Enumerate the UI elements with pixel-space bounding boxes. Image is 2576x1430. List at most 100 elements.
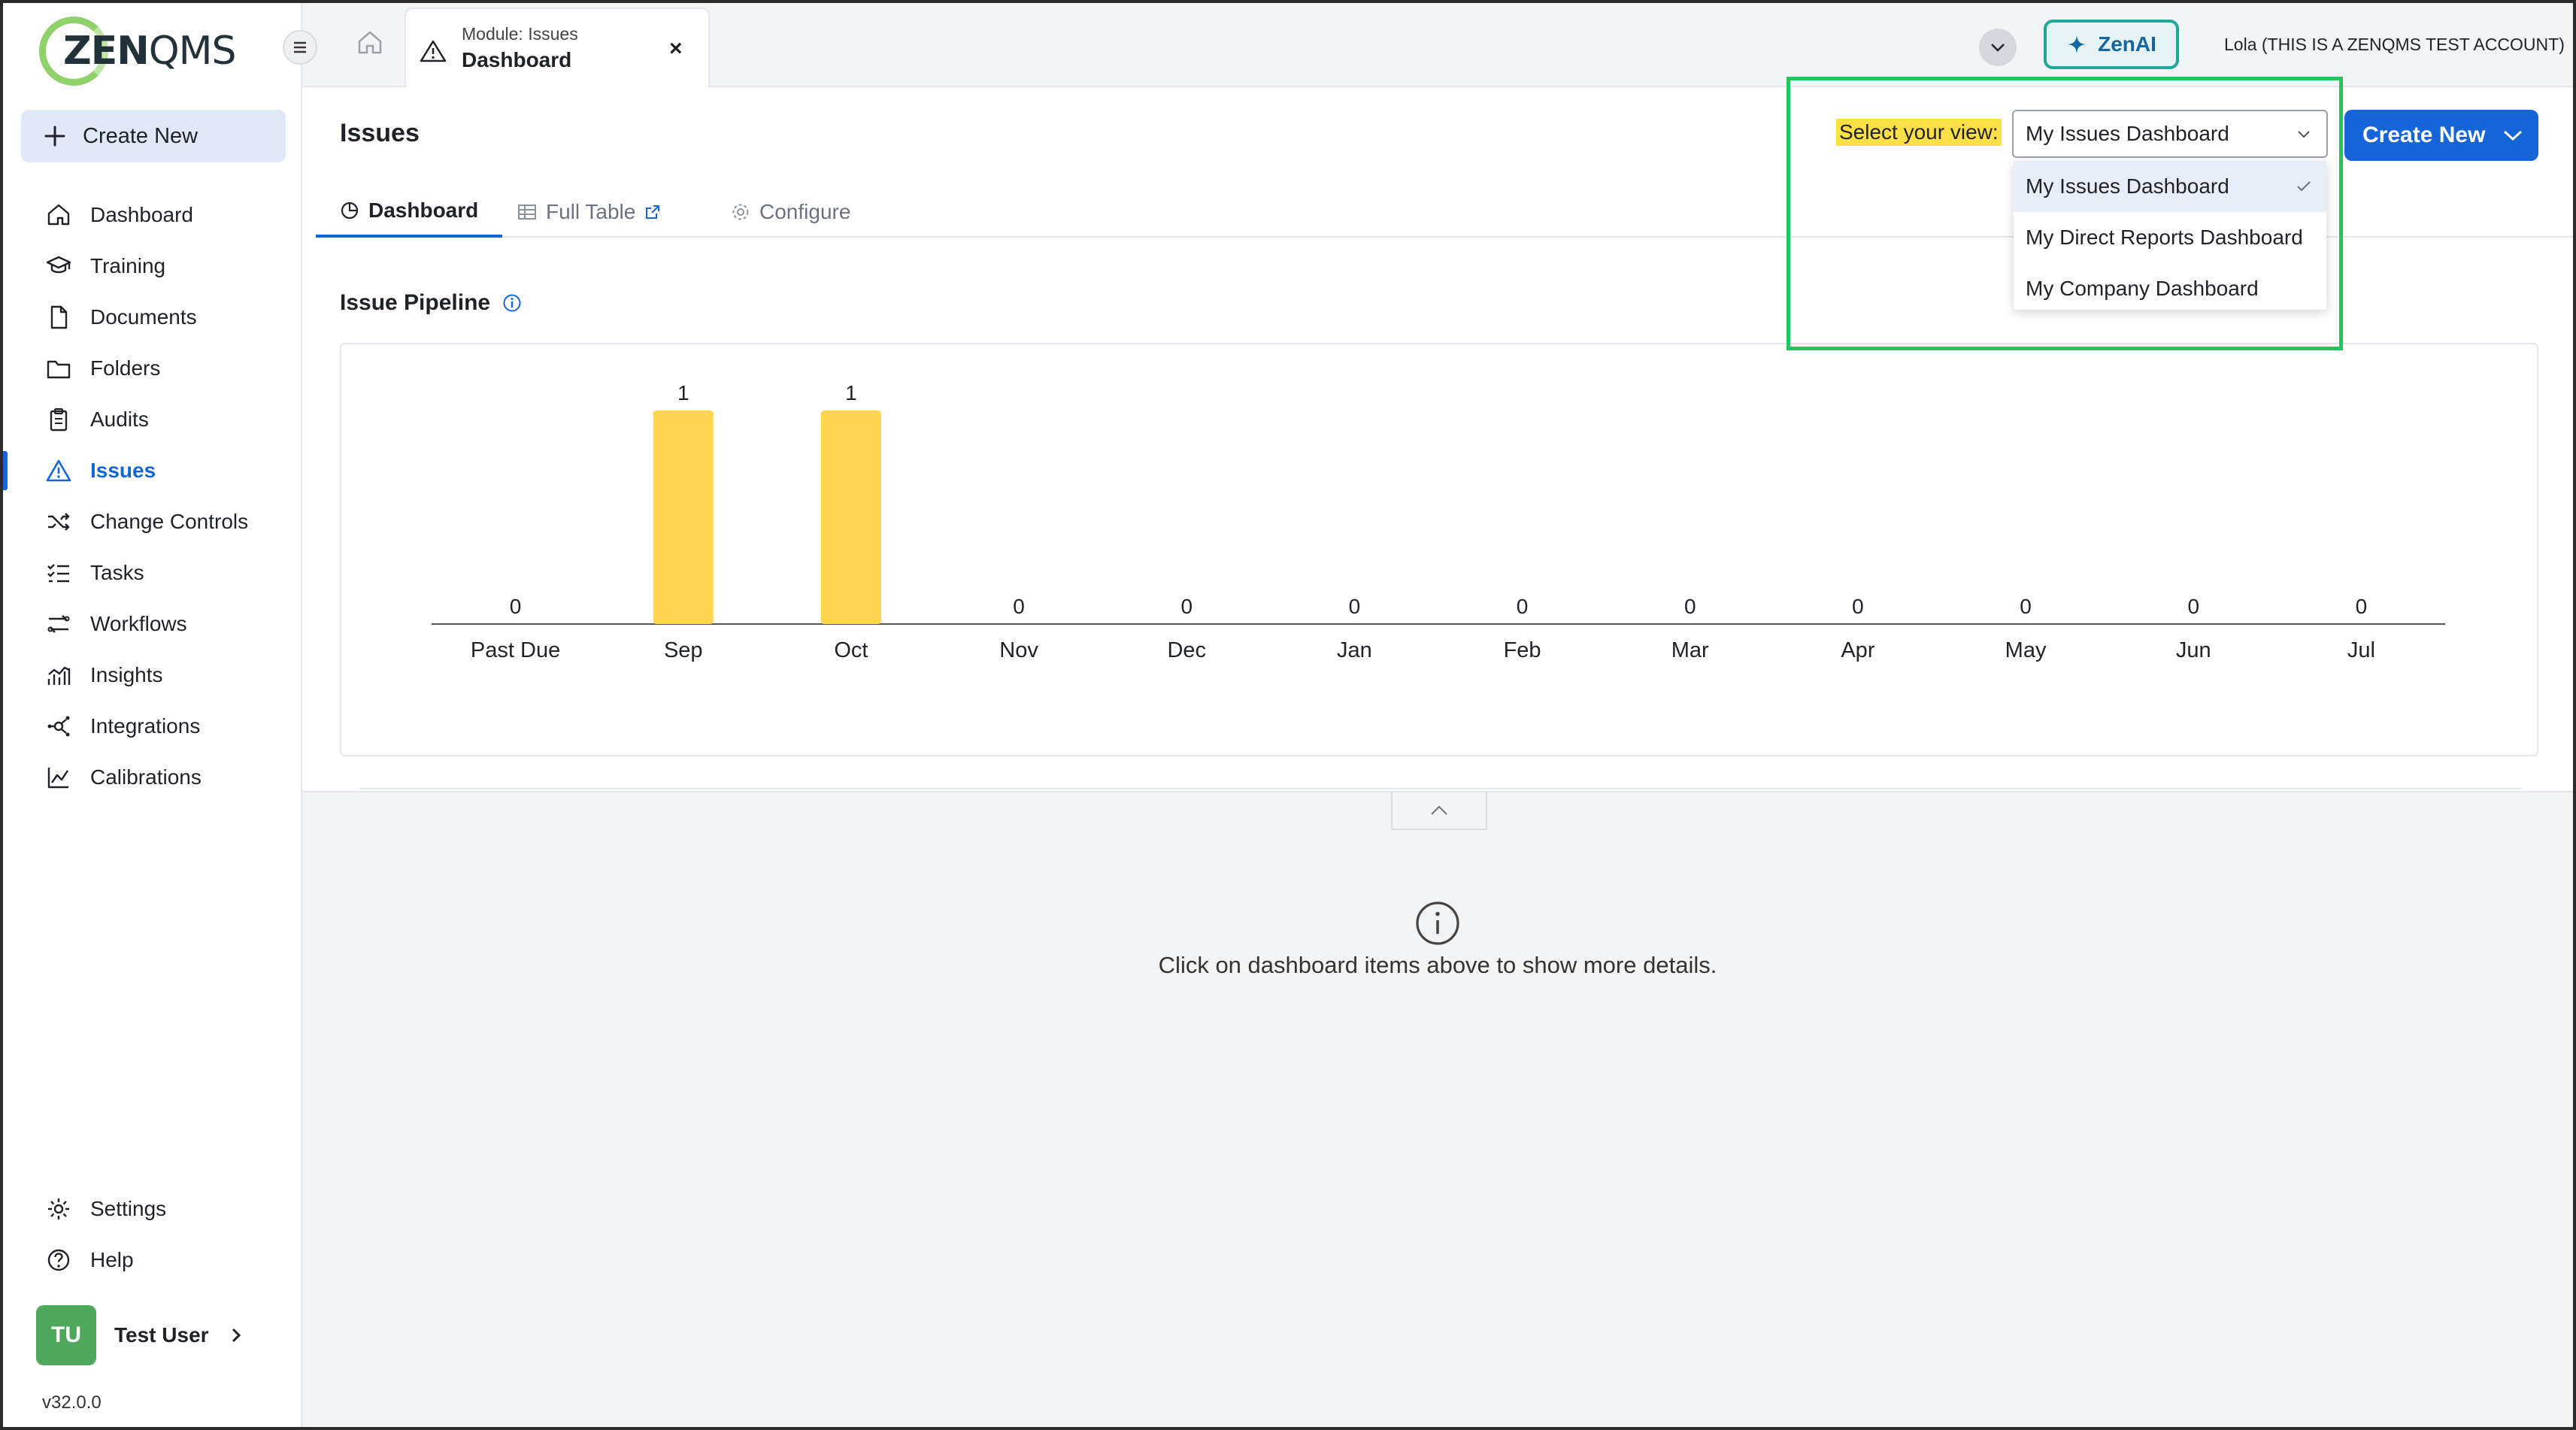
tab-configure-label: Configure xyxy=(759,200,851,223)
view-dropdown-menu: My Issues Dashboard My Direct Reports Das… xyxy=(2014,161,2326,310)
sidebar-item-calibrations[interactable]: Calibrations xyxy=(3,752,302,803)
workflow-icon xyxy=(45,610,72,638)
sidebar-item-settings[interactable]: Settings xyxy=(3,1183,302,1235)
x-tick-label: Jul xyxy=(2347,638,2375,662)
create-new-button[interactable]: Create New xyxy=(2344,110,2538,161)
bar-total-label: 0 xyxy=(2356,595,2368,618)
view-option-label: My Direct Reports Dashboard xyxy=(2026,226,2303,249)
tab-full-table[interactable]: Full Table xyxy=(493,186,685,238)
sidebar-item-label: Calibrations xyxy=(90,765,202,789)
table-icon xyxy=(518,205,536,220)
warning-icon xyxy=(420,40,447,62)
bar-at-risk[interactable] xyxy=(653,411,714,624)
avatar: TU xyxy=(36,1305,96,1365)
sidebar-item-label: Tasks xyxy=(90,561,144,584)
x-tick-label: Mar xyxy=(1671,638,1709,662)
bar-total-label: 0 xyxy=(1013,595,1025,618)
pie-chart-icon xyxy=(341,201,359,220)
sidebar-item-label: Change Controls xyxy=(90,510,249,533)
tab-dashboard[interactable]: Dashboard xyxy=(316,186,503,238)
view-option[interactable]: My Direct Reports Dashboard xyxy=(2014,212,2326,263)
close-tab-button[interactable]: × xyxy=(669,36,683,62)
sidebar: ZENQMS Create New Dashboard Training Docum… xyxy=(3,3,302,1427)
insights-icon xyxy=(45,662,72,689)
home-tab[interactable] xyxy=(347,20,392,65)
bar-total-label: 1 xyxy=(845,381,857,404)
version-label: v32.0.0 xyxy=(42,1392,102,1413)
folder-icon xyxy=(45,355,72,382)
top-bar: Module: Issues Dashboard × ZenAI Lola (T… xyxy=(302,3,2573,87)
sidebar-nav: Dashboard Training Documents Folders Audits I… xyxy=(3,189,302,803)
x-tick-label: Nov xyxy=(999,638,1038,662)
x-tick-label: Feb xyxy=(1504,638,1541,662)
sidebar-item-label: Issues xyxy=(90,459,156,482)
x-tick-label: Past Due xyxy=(471,638,560,662)
sidebar-item-training[interactable]: Training xyxy=(3,241,302,292)
sidebar-item-label: Documents xyxy=(90,305,197,329)
issue-pipeline-chart: 0 Past Due 1 Sep 1 Oct 0 Nov 0 Dec 0 Jan 0 Feb 0 Mar 0 Ap… xyxy=(432,381,2445,662)
sidebar-item-label: Insights xyxy=(90,663,163,686)
sidebar-item-label: Workflows xyxy=(90,612,187,635)
sidebar-item-documents[interactable]: Documents xyxy=(3,292,302,343)
x-tick-label: Dec xyxy=(1167,638,1206,662)
sidebar-item-tasks[interactable]: Tasks xyxy=(3,547,302,598)
issue-pipeline-chart-card: 0 Past Due 1 Sep 1 Oct 0 Nov 0 Dec 0 Jan 0 Feb 0 Mar 0 Ap… xyxy=(340,343,2538,823)
details-panel: Click on dashboard items above to show m… xyxy=(302,791,2573,1427)
x-tick-label: Sep xyxy=(664,638,703,662)
logo-text: ZENQMS xyxy=(63,29,237,74)
view-option-label: My Company Dashboard xyxy=(2026,277,2259,300)
x-tick-label: Apr xyxy=(1841,638,1874,662)
chevron-right-icon xyxy=(232,1328,241,1343)
main-content: Issues Dashboard Full Table Configure Se… xyxy=(302,77,2573,1427)
sidebar-item-insights[interactable]: Insights xyxy=(3,650,302,701)
bar-at-risk[interactable] xyxy=(820,411,881,624)
sidebar-item-audits[interactable]: Audits xyxy=(3,394,302,445)
sidebar-item-folders[interactable]: Folders xyxy=(3,343,302,394)
sidebar-item-help[interactable]: Help xyxy=(3,1235,302,1286)
zenai-label: ZenAI xyxy=(2098,32,2156,56)
x-tick-label: Jan xyxy=(1337,638,1372,662)
sidebar-item-dashboard[interactable]: Dashboard xyxy=(3,189,302,241)
section-title: Issue Pipeline xyxy=(340,290,522,316)
zenqms-logo[interactable]: ZENQMS xyxy=(39,14,237,86)
view-option[interactable]: My Issues Dashboard xyxy=(2014,161,2326,212)
user-profile[interactable]: TU Test User xyxy=(36,1305,245,1365)
info-icon[interactable] xyxy=(502,293,522,313)
clipboard-icon xyxy=(45,406,72,433)
view-option[interactable]: My Company Dashboard xyxy=(2014,263,2326,314)
x-tick-label: Jun xyxy=(2176,638,2211,662)
sidebar-bottom-nav: Settings Help xyxy=(3,1183,302,1286)
x-tick-label: Oct xyxy=(834,638,868,662)
integrations-icon xyxy=(45,713,72,740)
gear-icon xyxy=(732,204,749,220)
tab-title: Dashboard xyxy=(462,48,572,71)
details-hint-text: Click on dashboard items above to show m… xyxy=(1158,952,1717,978)
sidebar-item-label: Audits xyxy=(90,407,149,431)
checkmark-icon xyxy=(2297,181,2311,192)
tab-issues-dashboard[interactable]: Module: Issues Dashboard × xyxy=(405,8,710,87)
plus-icon xyxy=(44,126,65,147)
sidebar-item-workflows[interactable]: Workflows xyxy=(3,598,302,650)
tab-configure[interactable]: Configure xyxy=(707,186,874,238)
sidebar-item-label: Help xyxy=(90,1248,134,1271)
sidebar-create-new-button[interactable]: Create New xyxy=(21,110,286,162)
sidebar-item-change-controls[interactable]: Change Controls xyxy=(3,496,302,547)
tabs-dropdown-button[interactable] xyxy=(1979,29,2017,66)
sidebar-item-label: Settings xyxy=(90,1197,167,1220)
home-icon xyxy=(358,31,382,54)
chevron-down-icon xyxy=(2504,130,2523,141)
page-title: Issues xyxy=(340,119,420,147)
bar-total-label: 1 xyxy=(677,381,689,404)
zenai-button[interactable]: ZenAI xyxy=(2044,20,2179,69)
bar-total-label: 0 xyxy=(1349,595,1361,618)
issue-pipeline-title: Issue Pipeline xyxy=(340,290,491,315)
sidebar-item-issues[interactable]: Issues xyxy=(3,445,302,496)
collapse-details-button[interactable] xyxy=(1391,792,1487,830)
sidebar-item-integrations[interactable]: Integrations xyxy=(3,701,302,752)
sidebar-collapse-button[interactable] xyxy=(283,30,317,65)
create-new-label: Create New xyxy=(83,123,199,148)
bar-total-label: 0 xyxy=(2187,595,2199,618)
external-link-icon xyxy=(646,205,660,219)
account-label[interactable]: Lola (THIS IS A ZENQMS TEST ACCOUNT) xyxy=(2224,35,2565,55)
chevron-down-icon xyxy=(1991,44,2005,52)
